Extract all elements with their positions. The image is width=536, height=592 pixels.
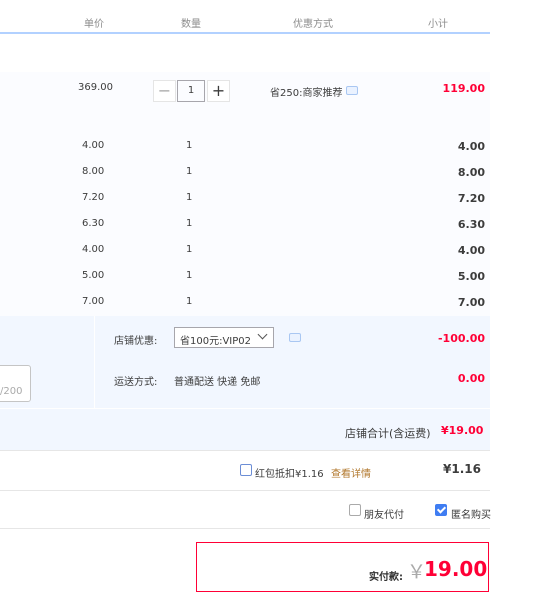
friend-pay-checkbox[interactable] — [349, 504, 361, 516]
sub-item-quantity: 1 — [186, 140, 193, 151]
shop-total-label: 店铺合计(含运费) — [345, 427, 431, 440]
shop-discount-selected: 省100元:VIP02 — [180, 336, 252, 347]
minus-icon[interactable]: − — [153, 80, 176, 102]
sub-item-price: 6.30 — [82, 218, 105, 229]
sub-item-subtotal: 6.30 — [457, 218, 485, 231]
divider — [0, 450, 490, 451]
plus-icon[interactable]: + — [207, 80, 230, 102]
quantity-stepper: − 1 + — [153, 80, 230, 102]
sub-item-price: 4.00 — [82, 244, 105, 255]
sub-item-subtotal: 7.00 — [457, 296, 485, 309]
sub-item-quantity: 1 — [186, 166, 193, 177]
quantity-input[interactable]: 1 — [177, 80, 205, 102]
main-item-price: 369.00 — [78, 82, 113, 93]
redpacket-amount: ¥1.16 — [443, 462, 481, 476]
order-item-group — [0, 72, 490, 316]
friend-pay-label: 朋友代付 — [364, 510, 404, 521]
message-counter: /200 — [0, 386, 23, 397]
cart-table-header: 单价 数量 优惠方式 小计 — [0, 0, 490, 34]
promo-text: 省250:商家推荐 — [270, 88, 343, 99]
sub-item-price: 7.00 — [82, 296, 105, 307]
shop-total-value: ¥19.00 — [441, 424, 484, 437]
redpacket-details-link[interactable]: 查看详情 — [331, 465, 371, 480]
redpacket-label: 红包抵扣¥1.16 — [255, 469, 324, 480]
sub-item-quantity: 1 — [186, 270, 193, 281]
sub-item-price: 5.00 — [82, 270, 105, 281]
sub-item-subtotal: 5.00 — [457, 270, 485, 283]
divider — [0, 528, 490, 529]
sub-item-price: 4.00 — [82, 140, 105, 151]
sub-item-quantity: 1 — [186, 192, 193, 203]
sub-item-subtotal: 4.00 — [457, 244, 485, 257]
quantity-header: 数量 — [181, 19, 201, 30]
anonymous-checkbox[interactable] — [435, 504, 447, 516]
sub-item-subtotal: 4.00 — [457, 140, 485, 153]
divider — [0, 490, 490, 491]
sub-item-price: 8.00 — [82, 166, 105, 177]
sub-item-subtotal: 8.00 — [457, 166, 485, 179]
anonymous-label: 匿名购买 — [451, 510, 491, 521]
shipping-label: 运送方式: — [114, 377, 158, 388]
sub-item-quantity: 1 — [186, 296, 193, 307]
shipping-value: 普通配送 快递 免邮 — [174, 377, 261, 388]
sub-item-quantity: 1 — [186, 218, 193, 229]
redpacket-checkbox[interactable] — [240, 464, 252, 476]
message-input[interactable]: /200 — [0, 365, 31, 402]
divider — [94, 316, 95, 408]
payment-summary: 实付款: ￥ 19.00 — [196, 542, 489, 592]
main-item-subtotal: 119.00 — [442, 82, 485, 95]
shop-discount-label: 店铺优惠: — [114, 336, 158, 347]
payment-label: 实付款: — [369, 572, 403, 583]
shop-discount-amount: -100.00 — [437, 332, 485, 345]
shipping-cost: 0.00 — [457, 372, 485, 385]
chevron-down-icon — [257, 329, 268, 340]
sub-item-quantity: 1 — [186, 244, 193, 255]
shop-total-row: 店铺合计(含运费) ¥19.00 — [0, 408, 490, 451]
chat-icon[interactable] — [346, 86, 358, 95]
discount-method-header: 优惠方式 — [293, 19, 333, 30]
sub-item-subtotal: 7.20 — [457, 192, 485, 205]
payment-amount: 19.00 — [424, 557, 488, 581]
chat-icon[interactable] — [289, 333, 301, 342]
unit-price-header: 单价 — [84, 19, 104, 30]
shop-discount-select[interactable]: 省100元:VIP02 — [174, 327, 274, 348]
subtotal-header: 小计 — [428, 19, 448, 30]
sub-item-price: 7.20 — [82, 192, 105, 203]
